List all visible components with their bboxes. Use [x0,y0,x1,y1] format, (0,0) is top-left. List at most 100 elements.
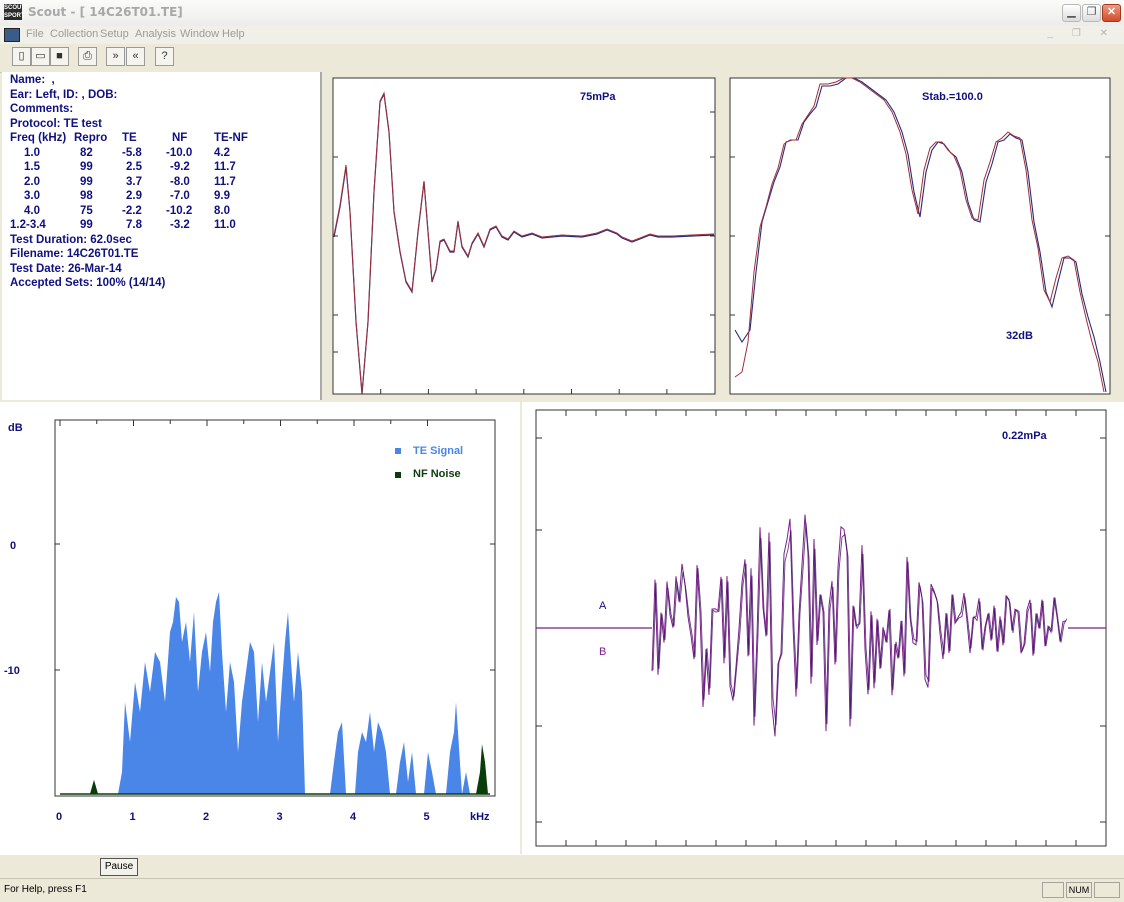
menu-file[interactable]: File [26,28,44,40]
date-line: Test Date: 26-Mar-14 [10,262,122,275]
table-cell: 3.7 [126,175,142,188]
table-cell: -10.0 [166,146,193,159]
menu-collection[interactable]: Collection [50,28,98,40]
x-tick-label: 2 [203,811,209,823]
col-header: NF [172,132,188,144]
toolbar: ▯ ▭ ■ ⎙ » « ? [0,44,1124,73]
legend-swatch-te [395,448,401,454]
protocol-line: Protocol: TE test [10,117,103,130]
table-cell: -9.2 [170,161,190,173]
table-cell: 99 [80,175,93,188]
filename-line: Filename: 14C26T01.TE [10,248,139,260]
status-help-text: For Help, press F1 [4,884,87,895]
level-label: 32dB [1006,330,1033,342]
table-row: 2.0 99 3.7 -8.0 11.7 [10,175,254,190]
help-question-icon[interactable]: ? [155,47,174,66]
ear-right-left-icon[interactable]: « [126,47,145,66]
table-cell: 99 [80,219,93,231]
table-cell: 98 [80,190,93,202]
legend-nf-noise: NF Noise [413,468,461,480]
spectrum-plot: dB 0 -10 0 1 2 3 4 5 kHz TE Signal NF Noise [4,419,496,823]
title-bar: SCOUT SPORT Scout - [ 14C26T01.TE] ▁ ❐ ✕ [0,0,1124,27]
table-cell: 7.8 [126,219,142,231]
table-cell: -3.2 [170,219,190,231]
ear-left-right-icon[interactable]: » [106,47,125,66]
table-row: 1.0 82 -5.8 -10.0 4.2 [10,146,254,161]
table-cell: 99 [80,161,93,173]
menu-analysis[interactable]: Analysis [135,28,176,40]
table-cell: 2.9 [126,190,142,202]
table-cell: -5.8 [122,146,142,159]
menu-setup[interactable]: Setup [100,28,129,40]
print-icon[interactable]: ⎙ [78,47,97,66]
mdi-controls[interactable]: _ ❐ ✕ [1048,28,1116,39]
table-cell: 11.7 [214,175,236,188]
table-cell: -8.0 [170,175,190,188]
menu-bar: File Collection Setup Analysis Window He… [0,26,1124,45]
x-tick-label: 3 [277,811,283,823]
maximize-button[interactable]: ❐ [1082,4,1101,22]
stimulus-level-label: 75mPa [580,91,616,103]
status-pane [1094,882,1120,898]
stability-panel: Stab.=100.0 32dB [722,72,1124,402]
patient-name: Name: , [10,74,55,86]
y-tick-label: -10 [4,665,20,677]
new-file-icon[interactable]: ▯ [12,47,31,66]
legend-swatch-nf [395,472,401,478]
stimulus-waveform-plot: 75mPa [332,77,716,395]
trace-b-label: B [599,646,606,658]
table-row: 3.0 98 2.9 -7.0 9.9 [10,189,254,204]
x-tick-label: 5 [424,811,430,823]
y-tick-label: 0 [10,540,16,552]
app-logo-icon: SCOUT SPORT [4,4,25,20]
legend-te-signal: TE Signal [413,445,463,457]
status-bar: For Help, press F1 NUM [0,878,1124,902]
table-row: 1.2-3.4 99 7.8 -3.2 11.0 [10,218,254,233]
pause-button[interactable]: Pause [100,858,138,876]
table-cell: 3.0 [24,190,40,202]
x-tick-label: 4 [350,811,357,823]
table-cell: 11.7 [214,161,236,173]
col-header: Repro [74,132,108,144]
response-waveform-plot: 0.22mPa A B [535,409,1107,847]
table-cell: 1.0 [24,146,40,159]
document-icon[interactable] [4,28,20,42]
menu-help[interactable]: Help [222,28,245,40]
accepted-line: Accepted Sets: 100% (14/14) [10,277,166,289]
response-waveform-panel: 0.22mPa A B [522,402,1124,854]
close-button[interactable]: ✕ [1102,4,1121,22]
x-tick-label: 1 [130,811,136,823]
control-bar: Pause [0,854,1124,879]
test-info-panel: Name: , Ear: Left, ID: , DOB: Comments: … [2,72,322,400]
table-cell: 1.2-3.4 [10,219,46,231]
table-cell: 8.0 [214,204,230,217]
table-cell: -10.2 [166,204,193,217]
stimulus-waveform-panel: 75mPa [322,72,722,402]
table-cell: -2.2 [122,204,142,217]
table-header-row: Freq (kHz) Repro TE NF TE-NF [10,131,254,146]
status-pane [1042,882,1064,898]
menu-window[interactable]: Window [180,28,219,40]
comments-line: Comments: [10,103,74,115]
open-folder-icon[interactable]: ▭ [31,47,50,66]
minimize-button[interactable]: ▁ [1062,4,1081,22]
results-table: Freq (kHz) Repro TE NF TE-NF 1.0 82 -5.8 -1… [10,131,254,233]
col-header: Freq (kHz) [10,132,67,144]
table-cell: 75 [80,204,93,217]
table-cell: 2.0 [24,175,40,188]
table-cell: 1.5 [24,161,40,173]
col-header: TE [122,132,137,144]
response-level-label: 0.22mPa [1002,430,1048,442]
window-title: Scout - [ 14C26T01.TE] [28,5,183,19]
num-lock-indicator: NUM [1066,882,1092,898]
spectrum-panel: dB 0 -10 0 1 2 3 4 5 kHz TE Signal NF Noise [0,402,520,854]
ear-line: Ear: Left, ID: , DOB: [10,88,118,101]
stability-label: Stab.=100.0 [922,91,983,103]
x-tick-label: 0 [56,811,62,823]
col-header: TE-NF [214,132,248,144]
y-axis-unit: dB [8,422,23,434]
table-row: 4.0 75 -2.2 -10.2 8.0 [10,204,254,219]
table-cell: 4.2 [214,146,230,159]
table-cell: 2.5 [126,161,142,173]
save-disk-icon[interactable]: ■ [50,47,69,66]
